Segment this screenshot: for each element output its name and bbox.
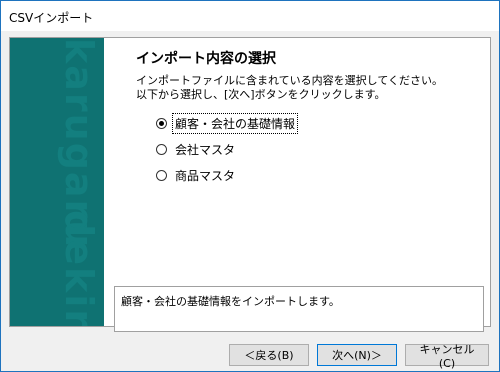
option-customer-company[interactable]: 顧客・会社の基礎情報 [156,112,299,134]
window-title: CSVインポート [9,11,94,25]
title-bar: CSVインポート [1,1,499,31]
option-company-master[interactable]: 会社マスタ [156,140,237,158]
wizard-sidebar: karugaru dekiru [10,38,104,326]
instructions: インポートファイルに含まれている内容を選択してください。 以下から選択し、[次へ… [136,74,443,102]
back-button[interactable]: ＜戻る(B) [229,344,309,366]
option-label: 会社マスタ [175,142,236,157]
option-label: 商品マスタ [175,168,236,183]
instructions-line-1: インポートファイルに含まれている内容を選択してください。 [136,74,444,87]
csv-import-dialog: CSVインポート karugaru dekiru インポート内容の選択 インポー… [0,0,500,372]
sidebar-brand-bottom: dekiru [57,210,101,326]
cancel-button[interactable]: キャンセル(C) [405,343,489,370]
wizard-panel: karugaru dekiru インポート内容の選択 インポートファイルに含まれ… [9,37,491,332]
radio-button[interactable] [156,169,167,181]
option-product-master[interactable]: 商品マスタ [156,166,237,184]
dialog-body: karugaru dekiru インポート内容の選択 インポートファイルに含まれ… [1,31,499,371]
radio-button-selected[interactable] [156,117,167,129]
radio-button[interactable] [156,143,167,155]
next-button[interactable]: 次へ(N)＞ [317,344,397,366]
option-description: 顧客・会社の基礎情報をインポートします。 [121,295,340,308]
instructions-line-2: 以下から選択し、[次へ]ボタンをクリックします。 [136,88,386,101]
option-description-box: 顧客・会社の基礎情報をインポートします。 [114,286,484,332]
page-heading: インポート内容の選択 [136,51,276,67]
option-label: 顧客・会社の基礎情報 [171,112,299,134]
